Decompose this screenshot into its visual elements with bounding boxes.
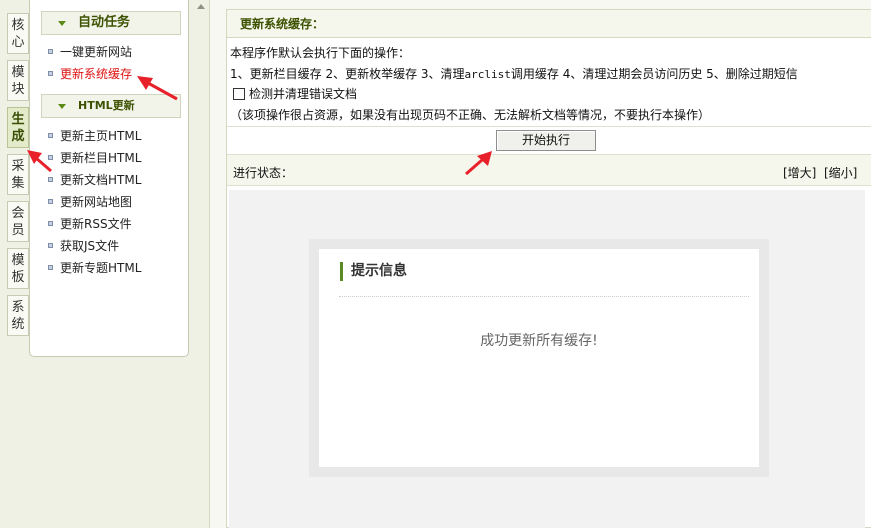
arrow-to-cache-item-icon — [137, 76, 178, 101]
annotation-arrows — [27, 76, 492, 176]
arrow-to-start-button-icon — [465, 151, 492, 176]
arrow-to-generate-tab-icon — [27, 150, 52, 173]
